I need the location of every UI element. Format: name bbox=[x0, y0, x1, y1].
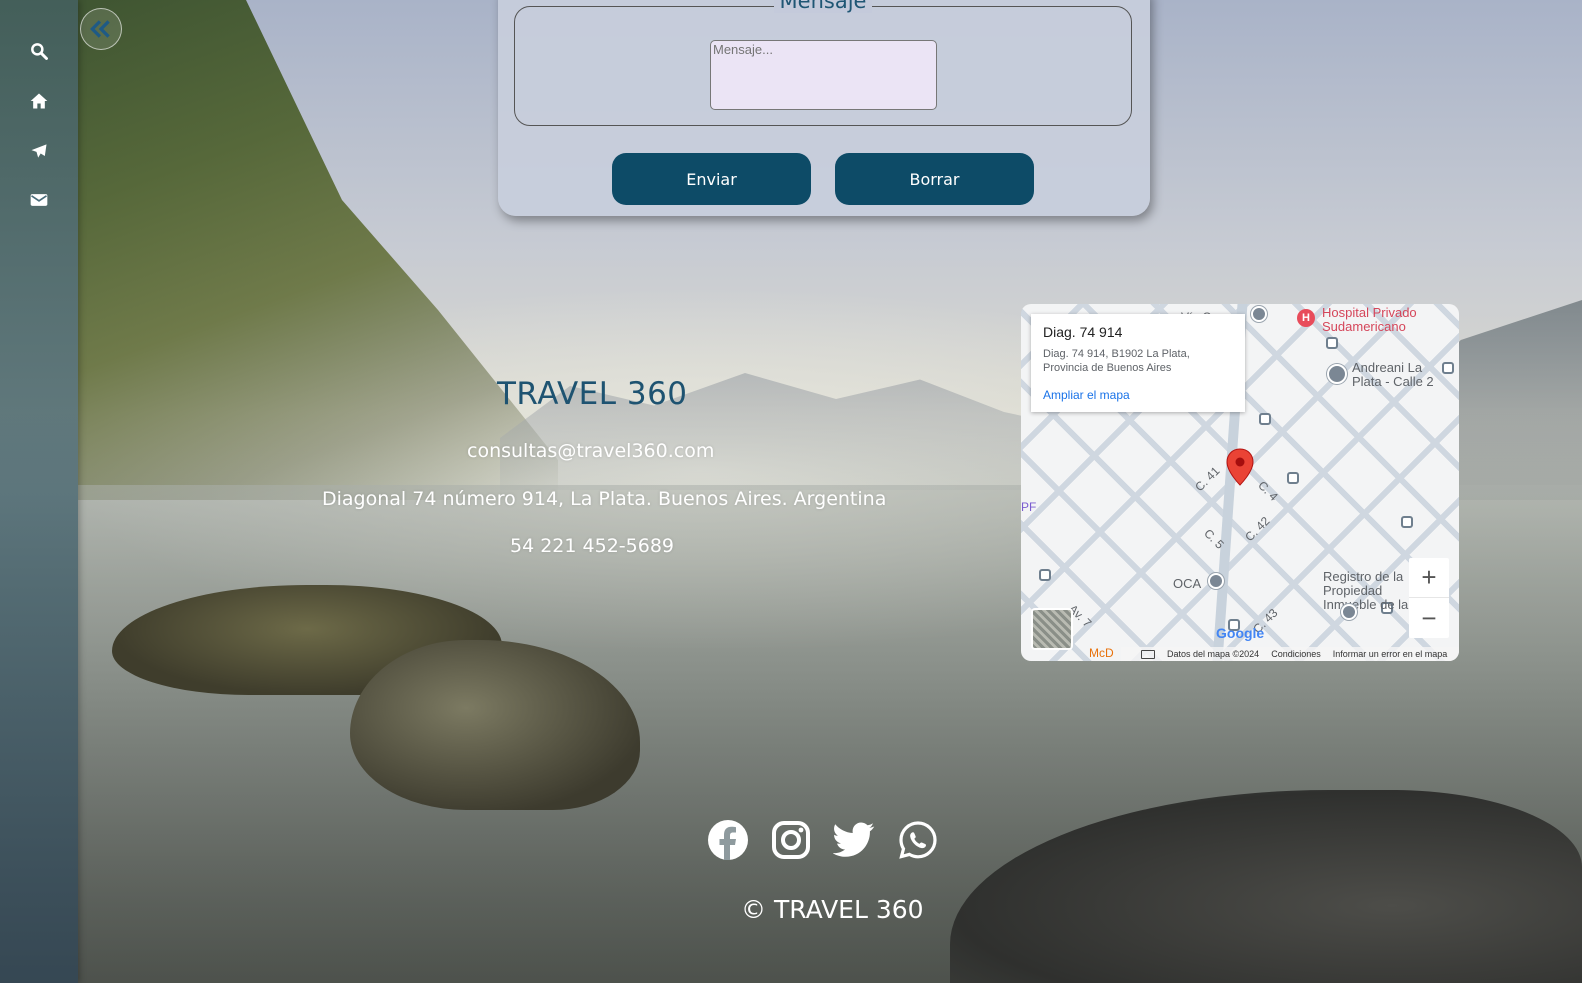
sidebar-item-home[interactable] bbox=[26, 88, 52, 114]
contact-phone: 54 221 452-5689 bbox=[510, 535, 674, 557]
enlarge-map-link[interactable]: Ampliar el mapa bbox=[1043, 388, 1130, 402]
map-place-address: Diag. 74 914, B1902 La Plata, Provincia … bbox=[1043, 348, 1190, 374]
map-street-label: PF bbox=[1021, 500, 1037, 514]
background-rocks bbox=[950, 790, 1582, 983]
mail-poi-icon[interactable] bbox=[1327, 364, 1347, 384]
send-button[interactable]: Enviar bbox=[612, 153, 811, 205]
map-place-card: Diag. 74 914 Diag. 74 914, B1902 La Plat… bbox=[1031, 314, 1245, 412]
bus-stop-icon[interactable] bbox=[1259, 413, 1271, 425]
map-poi-marker[interactable] bbox=[1341, 604, 1357, 620]
background-mountain bbox=[78, 0, 558, 500]
facebook-icon bbox=[708, 820, 748, 860]
map-street-label: C. 4 bbox=[1255, 478, 1281, 504]
sidebar bbox=[0, 0, 78, 983]
message-legend: Mensaje bbox=[773, 0, 873, 13]
map-street-label: C. 41 bbox=[1192, 463, 1223, 495]
map-poi-label: Andreani La Plata - Calle 2 bbox=[1352, 360, 1434, 389]
hospital-icon[interactable]: H bbox=[1297, 309, 1315, 327]
location-pin-icon[interactable] bbox=[1226, 448, 1254, 486]
mail-icon bbox=[30, 194, 48, 206]
map-poi-label: Registro de la Propiedad Inmueble de la bbox=[1323, 569, 1409, 612]
bus-stop-icon[interactable] bbox=[1287, 472, 1299, 484]
bus-stop-icon[interactable] bbox=[1039, 569, 1051, 581]
sidebar-item-contact[interactable] bbox=[26, 187, 52, 213]
bus-stop-icon[interactable] bbox=[1442, 362, 1454, 374]
bus-stop-icon[interactable] bbox=[1326, 337, 1338, 349]
contact-address: Diagonal 74 número 914, La Plata. Buenos… bbox=[322, 488, 887, 510]
satellite-toggle[interactable] bbox=[1031, 608, 1073, 650]
home-icon bbox=[30, 93, 48, 109]
google-logo: Google bbox=[1216, 625, 1265, 641]
clear-button[interactable]: Borrar bbox=[835, 153, 1034, 205]
zoom-out-button[interactable]: − bbox=[1409, 598, 1449, 638]
map-poi-marker[interactable] bbox=[1251, 306, 1267, 322]
double-chevron-left-icon bbox=[90, 20, 110, 38]
collapse-sidebar-button[interactable] bbox=[80, 8, 122, 50]
map-poi-label: McD bbox=[1089, 646, 1114, 660]
embedded-map[interactable]: Vía Corsa H Hospital Privado Sudamerican… bbox=[1021, 304, 1459, 661]
map-poi-label: OCA bbox=[1173, 576, 1202, 591]
instagram-link[interactable] bbox=[769, 818, 813, 862]
bus-stop-icon[interactable] bbox=[1401, 516, 1413, 528]
airplane-icon bbox=[31, 144, 47, 158]
map-terms-link[interactable]: Condiciones bbox=[1271, 649, 1321, 659]
instagram-icon bbox=[772, 821, 810, 859]
sidebar-item-flights[interactable] bbox=[26, 138, 52, 164]
map-poi-label: Hospital Privado Sudamericano bbox=[1322, 305, 1417, 334]
zoom-in-button[interactable]: + bbox=[1409, 558, 1449, 598]
map-place-title: Diag. 74 914 bbox=[1043, 324, 1123, 340]
sidebar-item-search[interactable] bbox=[26, 38, 52, 64]
map-report-link[interactable]: Informar un error en el mapa bbox=[1333, 649, 1448, 659]
map-street-label: C. 42 bbox=[1242, 513, 1273, 545]
contact-form: Mensaje Enviar Borrar bbox=[498, 0, 1150, 216]
copyright-text: © TRAVEL 360 bbox=[741, 895, 924, 924]
contact-email[interactable]: consultas@travel360.com bbox=[467, 440, 714, 462]
facebook-link[interactable] bbox=[706, 818, 750, 862]
brand-title: TRAVEL 360 bbox=[497, 376, 688, 412]
twitter-icon bbox=[833, 822, 875, 857]
map-data-credit: Datos del mapa ©2024 bbox=[1167, 649, 1260, 659]
whatsapp-icon bbox=[899, 821, 937, 859]
message-textarea[interactable] bbox=[710, 40, 937, 110]
whatsapp-link[interactable] bbox=[896, 818, 940, 862]
message-fieldset: Mensaje bbox=[514, 0, 1132, 126]
map-attribution: Datos del mapa ©2024 Condiciones Informa… bbox=[1121, 647, 1459, 661]
twitter-link[interactable] bbox=[832, 818, 876, 862]
keyboard-icon[interactable] bbox=[1141, 649, 1155, 659]
map-poi-marker[interactable] bbox=[1208, 573, 1224, 589]
search-icon bbox=[31, 43, 48, 60]
background-rock bbox=[112, 585, 502, 695]
background-rock bbox=[350, 640, 640, 810]
